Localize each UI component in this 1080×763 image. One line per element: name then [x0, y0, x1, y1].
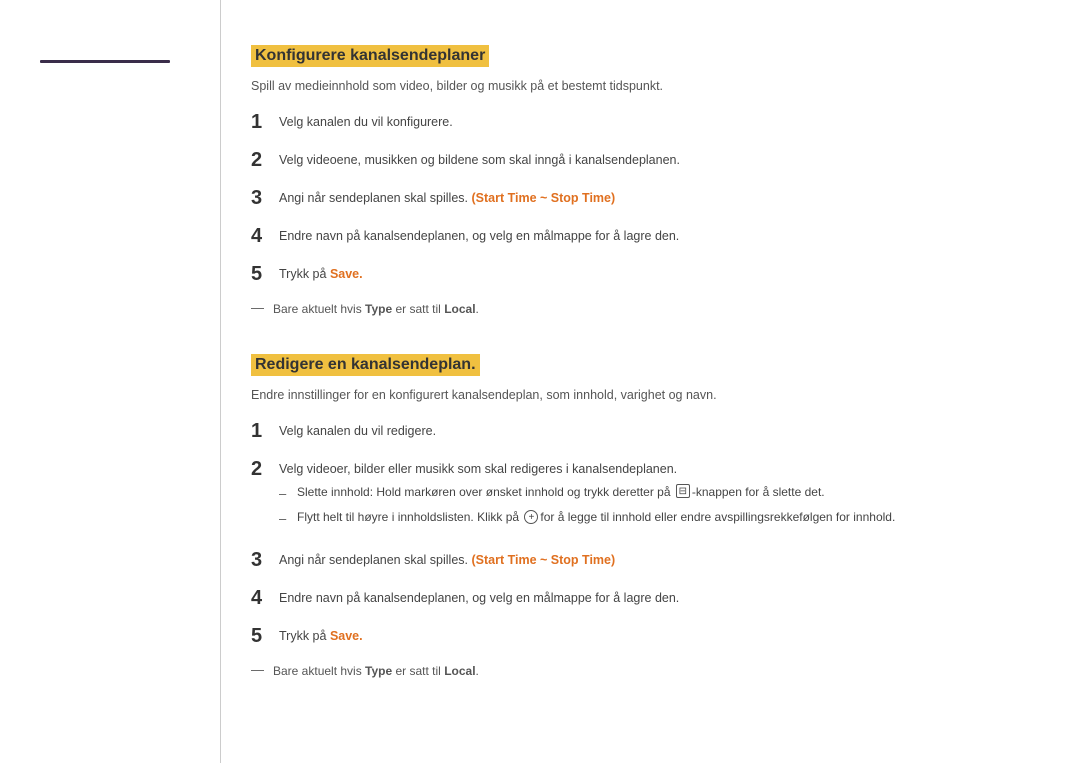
step-item: 4 Endre navn på kanalsendeplanen, og vel… — [251, 586, 1020, 610]
note-dash-2: — — [251, 662, 269, 677]
note-text-2: Bare aktuelt hvis Type er satt til Local… — [273, 662, 479, 680]
step-number: 4 — [251, 586, 279, 610]
step-item: 5 Trykk på Save. — [251, 624, 1020, 648]
note-type-bold-2: Type — [365, 664, 392, 678]
section-edit-title: Redigere en kanalsendeplan. — [251, 354, 480, 376]
sidebar-bar — [40, 60, 170, 63]
highlight-start-stop: (Start Time ~ Stop Time) — [471, 191, 615, 205]
step-text: Angi når sendeplanen skal spilles. (Star… — [279, 548, 1020, 570]
sub-bullet-item: – Slette innhold: Hold markøren over øns… — [279, 483, 1020, 505]
sub-bullet-dash: – — [279, 483, 297, 505]
step-item: 2 Velg videoene, musikken og bildene som… — [251, 148, 1020, 172]
step-text: Endre navn på kanalsendeplanen, og velg … — [279, 586, 1020, 608]
step-text: Velg kanalen du vil redigere. — [279, 419, 1020, 441]
note-text: Bare aktuelt hvis Type er satt til Local… — [273, 300, 479, 318]
note-type-bold: Type — [365, 302, 392, 316]
step-text: Endre navn på kanalsendeplanen, og velg … — [279, 224, 1020, 246]
sub-bullet-text: Slette innhold: Hold markøren over ønske… — [297, 483, 1020, 501]
step-number: 5 — [251, 624, 279, 648]
note-block: — Bare aktuelt hvis Type er satt til Loc… — [251, 300, 1020, 318]
section-configure-title: Konfigurere kanalsendeplaner — [251, 45, 489, 67]
sub-bullet-dash: – — [279, 508, 297, 530]
step-item: 3 Angi når sendeplanen skal spilles. (St… — [251, 186, 1020, 210]
save-highlight-2: Save. — [330, 629, 363, 643]
main-content: Konfigurere kanalsendeplaner Spill av me… — [220, 0, 1080, 763]
step-number: 1 — [251, 419, 279, 443]
step-number: 2 — [251, 148, 279, 172]
steps-list-edit: 1 Velg kanalen du vil redigere. 2 Velg v… — [251, 419, 1020, 649]
step-item: 5 Trykk på Save. — [251, 262, 1020, 286]
section-edit: Redigere en kanalsendeplan. Endre innsti… — [251, 354, 1020, 680]
step-item: 4 Endre navn på kanalsendeplanen, og vel… — [251, 224, 1020, 248]
highlight-start-stop-2: (Start Time ~ Stop Time) — [471, 553, 615, 567]
step-number: 5 — [251, 262, 279, 286]
section-configure-intro: Spill av medieinnhold som video, bilder … — [251, 77, 1020, 96]
step-text: Angi når sendeplanen skal spilles. (Star… — [279, 186, 1020, 208]
step-number: 3 — [251, 548, 279, 572]
step-text: Trykk på Save. — [279, 624, 1020, 646]
note-block-2: — Bare aktuelt hvis Type er satt til Loc… — [251, 662, 1020, 680]
steps-list-configure: 1 Velg kanalen du vil konfigurere. 2 Vel… — [251, 110, 1020, 286]
save-highlight: Save. — [330, 267, 363, 281]
sub-bullets: – Slette innhold: Hold markøren over øns… — [279, 483, 1020, 531]
step-item: 1 Velg kanalen du vil konfigurere. — [251, 110, 1020, 134]
step-text: Velg kanalen du vil konfigurere. — [279, 110, 1020, 132]
note-local-bold-2: Local — [444, 664, 475, 678]
step-text: Velg videoer, bilder eller musikk som sk… — [279, 457, 1020, 535]
step-number: 3 — [251, 186, 279, 210]
step-text: Velg videoene, musikken og bildene som s… — [279, 148, 1020, 170]
sidebar — [0, 0, 220, 763]
step-number: 1 — [251, 110, 279, 134]
delete-icon-btn: ⊟ — [676, 484, 690, 498]
note-local-bold: Local — [444, 302, 475, 316]
step-number: 4 — [251, 224, 279, 248]
sub-bullet-text: Flytt helt til høyre i innholdslisten. K… — [297, 508, 1020, 526]
section-edit-intro: Endre innstillinger for en konfigurert k… — [251, 386, 1020, 405]
section-configure: Konfigurere kanalsendeplaner Spill av me… — [251, 45, 1020, 318]
add-icon-btn: + — [524, 510, 538, 524]
sub-bullet-item: – Flytt helt til høyre i innholdslisten.… — [279, 508, 1020, 530]
step-number: 2 — [251, 457, 279, 481]
step-item: 2 Velg videoer, bilder eller musikk som … — [251, 457, 1020, 535]
step-text: Trykk på Save. — [279, 262, 1020, 284]
step-item: 1 Velg kanalen du vil redigere. — [251, 419, 1020, 443]
step-item: 3 Angi når sendeplanen skal spilles. (St… — [251, 548, 1020, 572]
note-dash: — — [251, 300, 269, 315]
